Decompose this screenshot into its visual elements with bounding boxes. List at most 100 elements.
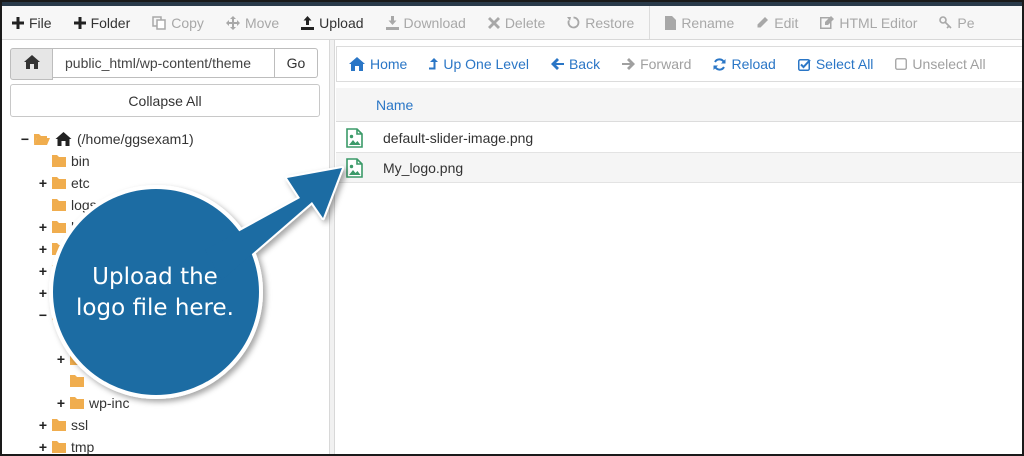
- tree-toggle[interactable]: +: [38, 439, 48, 455]
- nav-home-button[interactable]: Home: [337, 47, 418, 81]
- new-folder-button[interactable]: Folder: [63, 6, 142, 39]
- plus-icon: [73, 16, 86, 29]
- path-home-button[interactable]: [10, 48, 53, 80]
- html-editor-label: HTML Editor: [839, 14, 918, 31]
- new-file-button[interactable]: File: [0, 6, 63, 39]
- refresh-icon: [713, 57, 726, 71]
- go-button[interactable]: Go: [275, 48, 318, 78]
- folder-icon: [52, 265, 66, 277]
- copy-button[interactable]: Copy: [141, 6, 215, 39]
- tree-node[interactable]: +: [38, 260, 71, 282]
- tree-toggle[interactable]: −: [38, 307, 48, 323]
- tree-node-root[interactable]: − (/home/ggsexam1): [20, 128, 194, 150]
- move-icon: [225, 15, 240, 30]
- path-input[interactable]: public_html/wp-content/theme: [53, 48, 275, 78]
- reload-label: Reload: [731, 56, 776, 72]
- tree-node-ssl[interactable]: + ssl: [38, 414, 88, 436]
- tree-toggle[interactable]: +: [38, 241, 48, 257]
- download-icon: [385, 15, 399, 30]
- file-manager-window: File Folder Copy Move Upload Download De…: [0, 0, 1024, 456]
- file-name: default-slider-image.png: [383, 129, 534, 146]
- upload-label: Upload: [319, 14, 364, 31]
- tree-node-label: wp-inc: [89, 395, 130, 411]
- unselect-all-label: Unselect All: [912, 56, 986, 72]
- new-file-label: File: [29, 14, 52, 31]
- download-button[interactable]: Download: [375, 6, 477, 39]
- callout-text: Upload the logo file here.: [70, 262, 240, 324]
- select-all-label: Select All: [815, 56, 874, 72]
- tree-node-label: (/home/ggsexam1): [77, 131, 194, 147]
- tree-node[interactable]: [56, 326, 89, 348]
- tree-node[interactable]: +: [56, 348, 89, 370]
- up-one-level-button[interactable]: Up One Level: [418, 47, 540, 81]
- rename-button[interactable]: Rename: [654, 6, 745, 39]
- tree-node-label: ls: [71, 219, 82, 235]
- permissions-button[interactable]: Pe: [928, 6, 985, 39]
- directory-panel: public_html/wp-content/theme Go Collapse…: [0, 40, 330, 456]
- tree-toggle[interactable]: +: [56, 395, 66, 411]
- folder-open-icon: [52, 309, 67, 321]
- tree-toggle[interactable]: +: [38, 263, 48, 279]
- restore-button[interactable]: Restore: [556, 6, 645, 39]
- tree-node[interactable]: [56, 370, 89, 392]
- permissions-label: Pe: [957, 14, 975, 31]
- level-up-icon: [429, 57, 439, 71]
- upload-button[interactable]: Upload: [290, 6, 374, 39]
- nav-home-label: Home: [370, 56, 408, 72]
- tree-node-tmp[interactable]: + tmp: [38, 436, 94, 456]
- folder-icon: [52, 419, 66, 431]
- tree-node[interactable]: +: [38, 238, 71, 260]
- tree-toggle[interactable]: +: [38, 285, 48, 301]
- select-all-button[interactable]: Select All: [787, 47, 885, 81]
- toolbar-separator: [649, 6, 651, 39]
- tree-toggle[interactable]: +: [38, 175, 48, 191]
- forward-label: Forward: [640, 56, 692, 72]
- tree-toggle[interactable]: +: [38, 219, 48, 235]
- download-label: Download: [403, 14, 466, 31]
- table-row[interactable]: My_logo.png: [336, 153, 1024, 183]
- back-label: Back: [568, 56, 601, 72]
- file-name: My_logo.png: [383, 159, 464, 176]
- file-list-panel: Home Up One Level Back Forward Reload Se…: [336, 40, 1024, 456]
- tree-toggle[interactable]: +: [38, 417, 48, 433]
- column-header-name[interactable]: Name: [336, 88, 1024, 122]
- navigation-bar: Home Up One Level Back Forward Reload Se…: [336, 46, 1024, 82]
- folder-icon: [70, 375, 84, 387]
- tree-node-logs[interactable]: logs: [38, 194, 97, 216]
- table-row[interactable]: default-slider-image.png: [336, 123, 1024, 153]
- tree-toggle[interactable]: +: [56, 351, 66, 367]
- edit-icon: [820, 16, 835, 29]
- folder-icon: [52, 199, 66, 211]
- unselect-all-button[interactable]: Unselect All: [884, 47, 996, 81]
- panel-resize-handle[interactable]: [329, 40, 335, 456]
- tree-node-label: tmp: [71, 439, 95, 455]
- tree-toggle[interactable]: −: [20, 131, 30, 147]
- move-label: Move: [244, 14, 280, 31]
- tree-node-label: logs: [71, 197, 97, 213]
- edit-label: Edit: [774, 14, 799, 31]
- tree-node[interactable]: +: [38, 282, 71, 304]
- edit-button[interactable]: Edit: [745, 6, 809, 39]
- folder-open-icon: [34, 133, 50, 146]
- folder-icon: [52, 441, 66, 453]
- tree-node-ls[interactable]: + ls: [38, 216, 81, 238]
- tree-node-wp-includes[interactable]: + wp-inc: [56, 392, 130, 414]
- forward-button[interactable]: Forward: [611, 47, 702, 81]
- tree-node-label: etc: [71, 175, 90, 191]
- tree-node-bin[interactable]: bin: [38, 150, 90, 172]
- folder-icon: [52, 177, 66, 189]
- image-file-icon: [346, 157, 364, 178]
- callout-line-2: logo file here.: [76, 295, 234, 321]
- column-header-label: Name: [376, 96, 414, 113]
- file-icon: [665, 15, 677, 30]
- reload-button[interactable]: Reload: [702, 47, 786, 81]
- tree-node[interactable]: −: [38, 304, 72, 326]
- callout-line-1: Upload the: [92, 264, 218, 290]
- collapse-all-button[interactable]: Collapse All: [10, 84, 320, 117]
- back-button[interactable]: Back: [540, 47, 611, 81]
- copy-label: Copy: [171, 14, 204, 31]
- move-button[interactable]: Move: [215, 6, 290, 39]
- tree-node-etc[interactable]: + etc: [38, 172, 90, 194]
- html-editor-button[interactable]: HTML Editor: [809, 6, 928, 39]
- delete-button[interactable]: Delete: [477, 6, 556, 39]
